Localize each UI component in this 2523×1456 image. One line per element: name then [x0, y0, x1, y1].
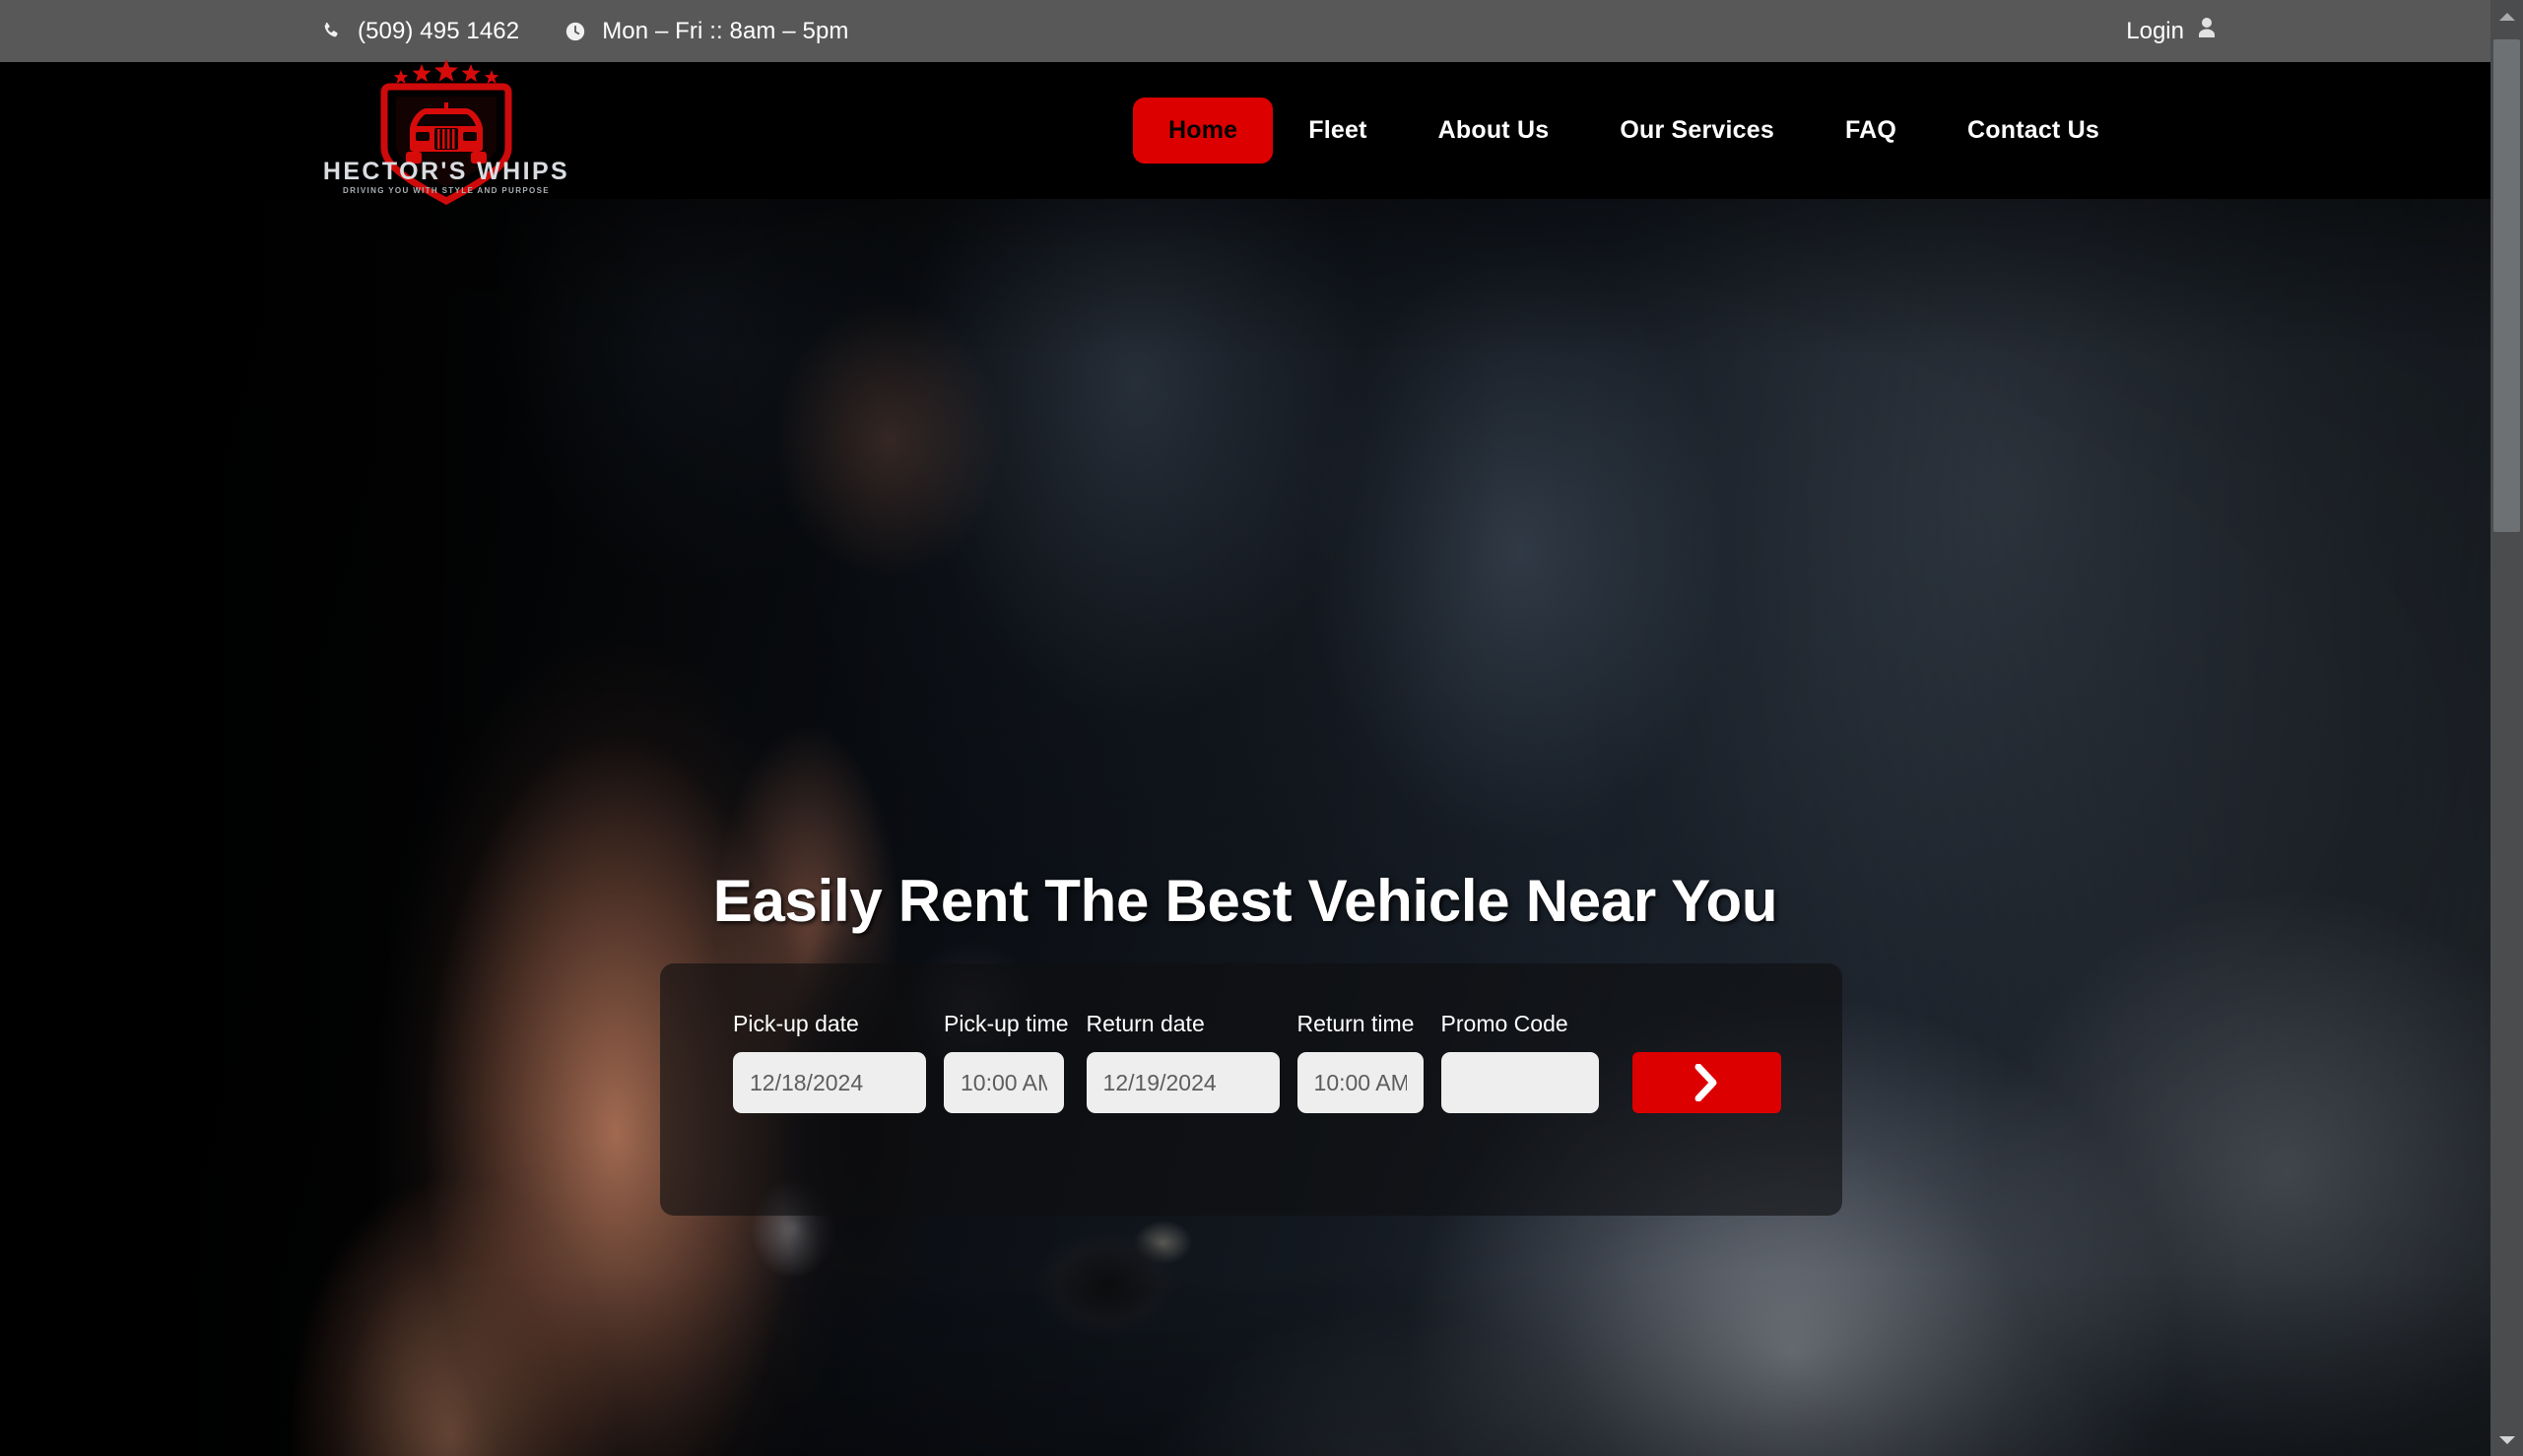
- nav-links: Home Fleet About Us Our Services FAQ Con…: [1133, 62, 2135, 199]
- user-icon: [2197, 17, 2217, 45]
- return-date-input[interactable]: [1086, 1052, 1280, 1113]
- hero-section: Easily Rent The Best Vehicle Near You Pi…: [0, 199, 2490, 1456]
- phone-contact[interactable]: (509) 495 1462: [320, 18, 519, 45]
- return-time-field: Return time: [1296, 1011, 1424, 1113]
- brand-logo-link[interactable]: HECTOR'S WHIPS DRIVING YOU WITH STYLE AN…: [323, 53, 569, 211]
- pickup-time-input[interactable]: [944, 1052, 1064, 1113]
- return-date-label: Return date: [1086, 1011, 1205, 1036]
- pickup-time-field: Pick-up time: [944, 1013, 1069, 1113]
- return-time-input[interactable]: [1296, 1052, 1424, 1113]
- login-link[interactable]: Login: [2126, 17, 2217, 45]
- scroll-down-arrow-icon: [2498, 1435, 2515, 1444]
- pickup-date-field: Pick-up date: [733, 1013, 926, 1113]
- return-date-field: Return date: [1086, 1011, 1280, 1113]
- nav-item-our-services[interactable]: Our Services: [1584, 118, 1810, 143]
- promo-code-field: Promo Code: [1440, 1011, 1599, 1113]
- pickup-date-input[interactable]: [733, 1052, 926, 1113]
- topbar-contact-group: (509) 495 1462 Mon – Fri :: 8am – 5pm: [320, 18, 849, 45]
- browser-viewport: (509) 495 1462 Mon – Fri :: 8am – 5pm Lo…: [0, 0, 2490, 1456]
- chevron-right-icon: [1693, 1064, 1719, 1101]
- business-hours-text: Mon – Fri :: 8am – 5pm: [602, 17, 849, 44]
- login-label: Login: [2126, 17, 2184, 44]
- nav-item-faq[interactable]: FAQ: [1810, 118, 1932, 143]
- phone-number: (509) 495 1462: [358, 17, 520, 44]
- pickup-date-label: Pick-up date: [733, 1011, 859, 1036]
- booking-search-form: Pick-up date Pick-up time Return date: [733, 1013, 1781, 1113]
- return-time-label: Return time: [1296, 1011, 1415, 1036]
- scrollbar-down-button[interactable]: [2490, 1423, 2523, 1456]
- scrollbar-up-button[interactable]: [2490, 0, 2523, 33]
- brand-tagline: DRIVING YOU WITH STYLE AND PURPOSE: [343, 186, 550, 195]
- promo-code-input[interactable]: [1440, 1052, 1599, 1113]
- scroll-up-arrow-icon: [2498, 12, 2515, 21]
- promo-code-label: Promo Code: [1440, 1011, 1568, 1036]
- vertical-scrollbar[interactable]: [2490, 0, 2523, 1456]
- brand-wordmark: HECTOR'S WHIPS: [323, 158, 569, 185]
- pickup-time-label: Pick-up time: [944, 1011, 1069, 1036]
- nav-item-contact-us[interactable]: Contact Us: [1932, 118, 2135, 143]
- phone-icon: [320, 21, 342, 42]
- hero-content: Easily Rent The Best Vehicle Near You Pi…: [0, 199, 2490, 1456]
- booking-submit-button[interactable]: [1631, 1052, 1781, 1113]
- page-root: (509) 495 1462 Mon – Fri :: 8am – 5pm Lo…: [0, 0, 2523, 1456]
- booking-search-panel: Pick-up date Pick-up time Return date: [660, 963, 1842, 1216]
- main-navigation-bar: HECTOR'S WHIPS DRIVING YOU WITH STYLE AN…: [0, 59, 2490, 205]
- nav-item-home[interactable]: Home: [1133, 98, 1274, 164]
- clock-icon: [564, 21, 586, 42]
- shield-car-logo-icon: HECTOR'S WHIPS DRIVING YOU WITH STYLE AN…: [323, 53, 569, 211]
- hero-headline: Easily Rent The Best Vehicle Near You: [712, 868, 1778, 934]
- business-hours: Mon – Fri :: 8am – 5pm: [564, 18, 848, 45]
- nav-item-fleet[interactable]: Fleet: [1273, 118, 1402, 143]
- scrollbar-thumb[interactable]: [2493, 39, 2520, 532]
- nav-item-about-us[interactable]: About Us: [1403, 118, 1585, 143]
